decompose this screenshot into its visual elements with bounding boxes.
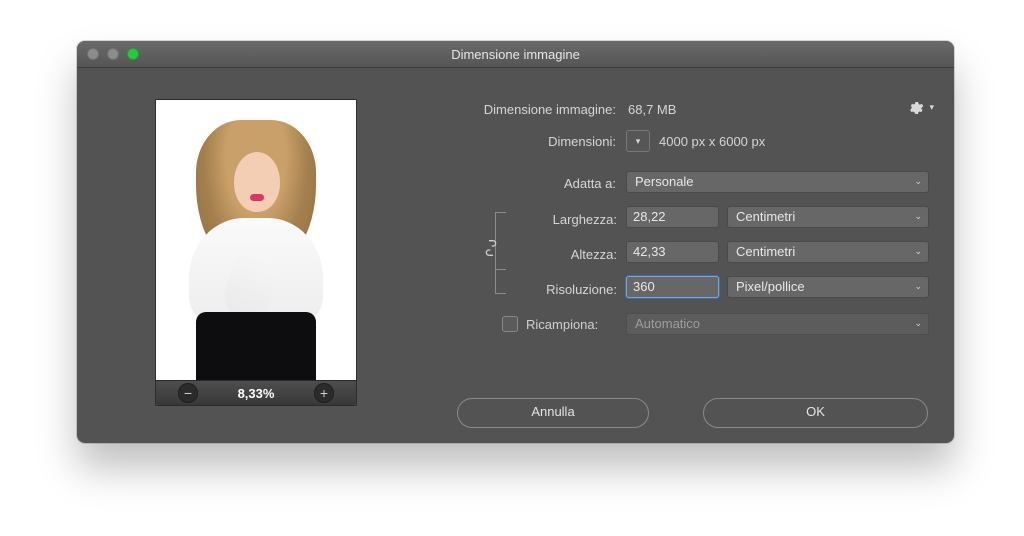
width-label: Larghezza: (407, 212, 617, 227)
resolution-input[interactable]: 360 (626, 276, 719, 298)
resample-checkbox[interactable] (502, 316, 518, 332)
chevron-down-icon: ⌄ (914, 211, 922, 222)
resample-row: Ricampiona: (502, 316, 598, 332)
zoom-in-button[interactable]: + (314, 383, 334, 403)
fit-to-label: Adatta a: (381, 176, 616, 191)
cancel-button[interactable]: Annulla (457, 398, 649, 428)
window-minimize-button[interactable] (107, 48, 119, 60)
dimensions-unit-toggle[interactable]: ▾ (626, 130, 650, 152)
preview-image (156, 100, 356, 381)
image-size-dialog: Dimensione immagine − 8,33% + (77, 41, 954, 443)
resample-label: Ricampiona: (526, 317, 598, 332)
image-preview[interactable]: − 8,33% + (155, 99, 357, 406)
width-unit-dropdown[interactable]: Centimetri⌄ (727, 206, 929, 228)
resolution-unit-dropdown[interactable]: Pixel/pollice⌄ (727, 276, 929, 298)
resample-method-dropdown: Automatico⌄ (626, 313, 929, 335)
settings-menu-button[interactable]: ▾ (908, 99, 934, 116)
fit-to-dropdown[interactable]: Personale ⌄ (626, 171, 929, 193)
width-input[interactable]: 28,22 (626, 206, 719, 228)
window-close-button[interactable] (87, 48, 99, 60)
ok-button[interactable]: OK (703, 398, 928, 428)
chevron-down-icon: ⌄ (914, 318, 922, 329)
chevron-down-icon: ⌄ (914, 176, 922, 187)
fit-to-value: Personale (635, 174, 694, 189)
dimensions-label: Dimensioni: (381, 134, 616, 149)
gear-icon (908, 99, 928, 114)
titlebar[interactable]: Dimensione immagine (77, 41, 954, 68)
image-size-label: Dimensione immagine: (381, 102, 616, 117)
height-unit-dropdown[interactable]: Centimetri⌄ (727, 241, 929, 263)
chevron-down-icon: ▾ (636, 136, 641, 147)
height-label: Altezza: (407, 247, 617, 262)
window-zoom-button[interactable] (127, 48, 139, 60)
preview-zoom-bar: − 8,33% + (156, 380, 356, 405)
image-size-value: 68,7 MB (628, 102, 676, 117)
chevron-down-icon: ⌄ (914, 281, 922, 292)
dimensions-value: 4000 px x 6000 px (659, 134, 765, 149)
window-title: Dimensione immagine (77, 47, 954, 62)
chevron-down-icon: ⌄ (914, 246, 922, 257)
height-input[interactable]: 42,33 (626, 241, 719, 263)
zoom-level: 8,33% (238, 386, 275, 401)
zoom-out-button[interactable]: − (178, 383, 198, 403)
resolution-label: Risoluzione: (407, 282, 617, 297)
